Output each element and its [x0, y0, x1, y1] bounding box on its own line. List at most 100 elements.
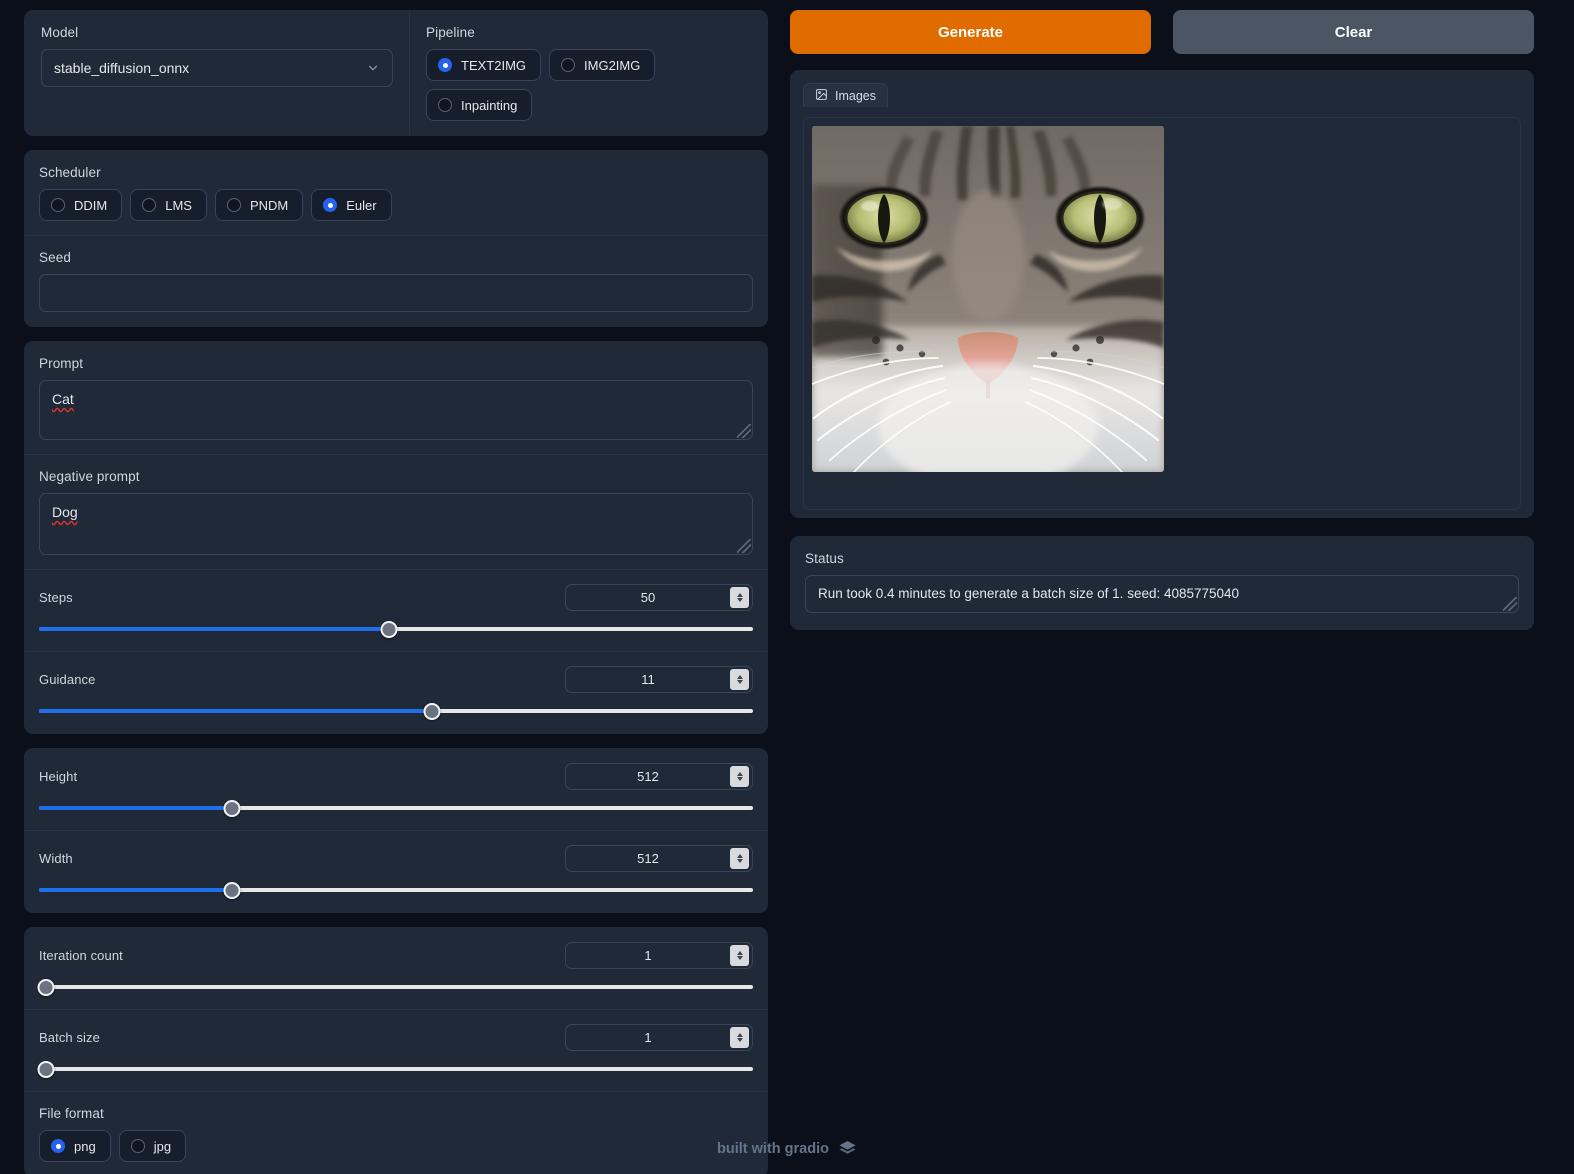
- guidance-slider-head: Guidance 11: [39, 666, 753, 693]
- prompt-value: Cat: [52, 391, 74, 407]
- pipeline-label: Pipeline: [426, 25, 475, 40]
- guidance-value: 11: [641, 672, 655, 687]
- status-panel: Status Run took 0.4 minutes to generate …: [790, 536, 1534, 630]
- guidance-label: Guidance: [39, 672, 96, 687]
- scheduler-option-pndm[interactable]: PNDM: [214, 189, 304, 221]
- steps-value: 50: [640, 590, 656, 605]
- radio-dot-icon: [51, 198, 65, 212]
- prompt-panel: Prompt Cat Negative prompt Dog Steps 50 …: [24, 341, 768, 734]
- status-label: Status: [805, 551, 844, 566]
- generated-image[interactable]: [812, 126, 1164, 472]
- scheduler-option-lms[interactable]: LMS: [130, 189, 207, 221]
- radio-dot-icon: [561, 58, 576, 72]
- slider-track: [39, 985, 753, 989]
- iteration-count-head: Iteration count 1: [39, 942, 753, 969]
- height-slider[interactable]: [39, 799, 753, 817]
- footer: built with gradio: [0, 1139, 1574, 1158]
- tab-images-label: Images: [835, 88, 876, 103]
- width-stepper[interactable]: [730, 848, 749, 869]
- batch-size-number-input[interactable]: 1: [565, 1024, 753, 1051]
- iteration-count-stepper[interactable]: [730, 945, 749, 966]
- model-settings-panel: Model stable_diffusion_onnx Pipeline TEX…: [24, 10, 768, 136]
- tab-images[interactable]: Images: [803, 83, 888, 107]
- slider-fill: [39, 888, 232, 892]
- batch-size-slider[interactable]: [37, 1060, 753, 1078]
- guidance-number-input[interactable]: 11: [565, 666, 753, 693]
- scheduler-option-euler[interactable]: Euler: [311, 189, 392, 221]
- output-options-panel: Iteration count 1 Batch size 1 File form…: [24, 927, 768, 1174]
- model-dropdown[interactable]: stable_diffusion_onnx: [41, 49, 393, 87]
- radio-dot-icon: [226, 198, 241, 212]
- image-icon: [815, 88, 828, 104]
- slider-thumb[interactable]: [380, 620, 398, 638]
- prompt-textarea-wrap: Cat: [39, 380, 753, 440]
- pipeline-radio-group: TEXT2IMG IMG2IMG Inpainting: [426, 49, 751, 121]
- scheduler-radio-group: DDIM LMS PNDM Euler: [39, 189, 753, 221]
- status-text[interactable]: Run took 0.4 minutes to generate a batch…: [805, 575, 1519, 613]
- right-column: Generate Clear Images Status Run took 0.…: [790, 10, 1534, 630]
- pipeline-option-label: TEXT2IMG: [461, 57, 527, 73]
- height-number-input[interactable]: 512: [565, 763, 753, 790]
- slider-thumb[interactable]: [223, 881, 241, 899]
- guidance-slider-block: Guidance 11: [25, 651, 767, 733]
- radio-dot-icon: [438, 58, 452, 72]
- pipeline-option-inpainting[interactable]: Inpainting: [426, 89, 533, 121]
- iteration-count-slider[interactable]: [37, 978, 753, 996]
- steps-stepper[interactable]: [730, 587, 749, 608]
- scheduler-option-label: DDIM: [74, 197, 108, 213]
- radio-dot-icon: [438, 98, 452, 112]
- scheduler-option-label: Euler: [346, 197, 377, 213]
- prompt-input[interactable]: Cat: [39, 380, 753, 440]
- slider-thumb[interactable]: [37, 1060, 55, 1078]
- scheduler-option-ddim[interactable]: DDIM: [39, 189, 123, 221]
- steps-slider-block: Steps 50: [25, 569, 767, 651]
- clear-button[interactable]: Clear: [1173, 10, 1534, 54]
- iteration-count-number-input[interactable]: 1: [565, 942, 753, 969]
- batch-size-stepper[interactable]: [730, 1027, 749, 1048]
- guidance-stepper[interactable]: [730, 669, 749, 690]
- seed-block: Seed: [25, 235, 767, 326]
- width-value: 512: [637, 851, 659, 866]
- slider-thumb[interactable]: [223, 799, 241, 817]
- right-eye: [1056, 187, 1144, 249]
- iteration-count-value: 1: [644, 948, 652, 963]
- pipeline-option-img2img[interactable]: IMG2IMG: [549, 49, 656, 81]
- negative-prompt-input[interactable]: Dog: [39, 493, 753, 555]
- status-textarea-wrap: Run took 0.4 minutes to generate a batch…: [805, 575, 1519, 613]
- scheduler-block: Scheduler DDIM LMS PNDM Euler: [25, 151, 767, 235]
- steps-number-input[interactable]: 50: [565, 584, 753, 611]
- negative-prompt-value: Dog: [52, 504, 78, 520]
- file-format-label: File format: [39, 1106, 104, 1121]
- width-slider-head: Width 512: [39, 845, 753, 872]
- width-number-input[interactable]: 512: [565, 845, 753, 872]
- negative-prompt-label: Negative prompt: [39, 469, 140, 484]
- main-columns: Model stable_diffusion_onnx Pipeline TEX…: [24, 10, 1550, 1174]
- width-label: Width: [39, 851, 73, 866]
- batch-size-block: Batch size 1: [25, 1009, 767, 1091]
- steps-slider[interactable]: [39, 620, 753, 638]
- iteration-count-label: Iteration count: [39, 948, 123, 963]
- batch-size-head: Batch size 1: [39, 1024, 753, 1051]
- images-gallery-panel: Images: [790, 70, 1534, 518]
- slider-thumb[interactable]: [37, 978, 55, 996]
- seed-label: Seed: [39, 250, 71, 265]
- scheduler-option-label: LMS: [165, 197, 192, 213]
- footer-label: built with gradio: [717, 1140, 829, 1157]
- slider-thumb[interactable]: [423, 702, 441, 720]
- guidance-slider[interactable]: [39, 702, 753, 720]
- width-slider[interactable]: [39, 881, 753, 899]
- generate-button[interactable]: Generate: [790, 10, 1151, 54]
- slider-fill: [39, 806, 232, 810]
- cat-image-render: [812, 126, 1164, 472]
- height-stepper[interactable]: [730, 766, 749, 787]
- model-pipeline-row: Model stable_diffusion_onnx Pipeline TEX…: [25, 11, 767, 135]
- pipeline-option-label: Inpainting: [461, 97, 518, 113]
- gallery-body: [803, 117, 1521, 510]
- gallery-tabbar: Images: [803, 83, 1521, 107]
- height-slider-head: Height 512: [39, 763, 753, 790]
- action-buttons: Generate Clear: [790, 10, 1534, 54]
- seed-input[interactable]: [39, 274, 753, 312]
- batch-size-value: 1: [644, 1030, 652, 1045]
- model-label: Model: [41, 25, 79, 40]
- pipeline-option-text2img[interactable]: TEXT2IMG: [426, 49, 542, 81]
